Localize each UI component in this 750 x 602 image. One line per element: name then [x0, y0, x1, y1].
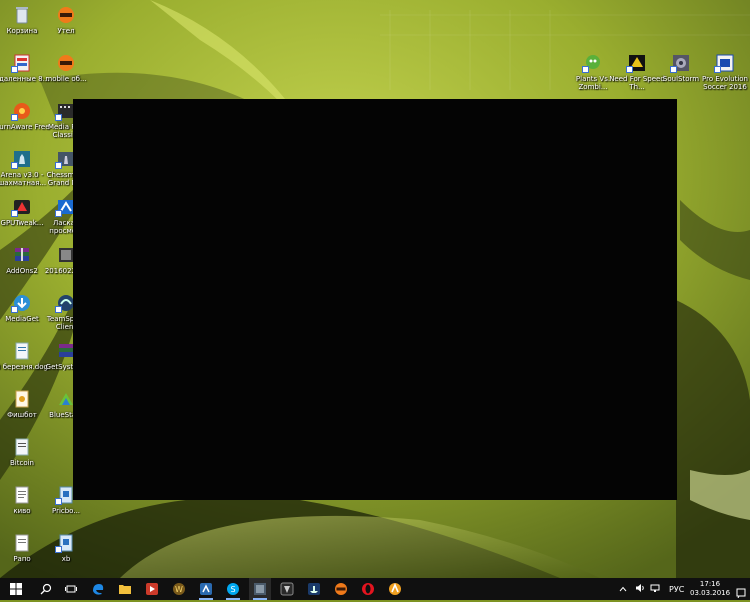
- clock-date: 03.03.2016: [690, 589, 731, 597]
- taskbar-edge[interactable]: [87, 578, 109, 600]
- search-icon: [40, 583, 52, 595]
- document-icon: [11, 341, 33, 361]
- gputweak-icon: [11, 197, 33, 217]
- folder-docs-icon: [11, 53, 33, 73]
- shield-icon: [389, 582, 401, 595]
- search-button[interactable]: [35, 578, 57, 600]
- network-icon: [650, 584, 660, 592]
- show-hidden-icons-button[interactable]: [617, 585, 629, 594]
- need-for-speed-icon: [626, 53, 648, 73]
- folder-icon: [119, 585, 131, 594]
- desktop: Корзина Удаленные 8... BurnAware Free Ar…: [0, 0, 750, 578]
- taskbar-explorer[interactable]: [114, 578, 136, 600]
- network-button[interactable]: [649, 583, 661, 595]
- ship-icon: [308, 583, 320, 595]
- svg-text:S: S: [230, 585, 235, 594]
- document-icon: [11, 437, 33, 457]
- opera-icon: [362, 583, 374, 595]
- mediaget-icon: [11, 293, 33, 313]
- desktop-icon-pro-evolution-soccer[interactable]: Pro Evolution Soccer 2016: [697, 51, 750, 99]
- wow-icon: W: [173, 583, 185, 595]
- media-icon: [146, 583, 158, 595]
- taskbar-avast[interactable]: [384, 578, 406, 600]
- text-file-icon: [11, 485, 33, 505]
- desktop-icon-bitcoin[interactable]: Bitcoin: [0, 435, 50, 483]
- start-button[interactable]: [5, 578, 27, 600]
- taskbar-origin[interactable]: [330, 578, 352, 600]
- desktop-icon-utel[interactable]: Утел: [38, 3, 94, 51]
- recycle-bin-icon: [11, 5, 33, 25]
- burnaware-icon: [11, 101, 33, 121]
- edge-icon: [93, 584, 104, 595]
- plants-vs-zombies-icon: [582, 53, 604, 73]
- taskbar-wows[interactable]: [303, 578, 325, 600]
- app-icon: [200, 583, 212, 595]
- pes-icon: [714, 53, 736, 73]
- language-indicator[interactable]: РУС: [669, 585, 684, 594]
- taskbar-wow[interactable]: W: [168, 578, 190, 600]
- taskbar-wot[interactable]: [276, 578, 298, 600]
- system-tray: РУС: [617, 578, 684, 600]
- taskbar-app[interactable]: [195, 578, 217, 600]
- task-view-icon: [65, 585, 77, 593]
- taskbar-skype[interactable]: S: [222, 578, 244, 600]
- soulstorm-icon: [670, 53, 692, 73]
- taskbar-clock[interactable]: 17:16 03.03.2016: [690, 580, 730, 598]
- action-center-button[interactable]: [736, 583, 746, 599]
- svg-text:W: W: [175, 585, 183, 594]
- desktop-icon-mobile[interactable]: mobile об...: [38, 51, 94, 99]
- taskbar: W S РУС 17:16 03.03.2016: [0, 578, 750, 600]
- blank-application-window[interactable]: [73, 99, 677, 500]
- notification-icon: [736, 588, 746, 599]
- chess-arena-icon: [11, 149, 33, 169]
- archive-icon: [11, 245, 33, 265]
- orange-disc-icon: [55, 5, 77, 25]
- orange-disc-icon: [55, 53, 77, 73]
- taskbar-media[interactable]: [141, 578, 163, 600]
- task-view-button[interactable]: [60, 578, 82, 600]
- desktop-icon-xb[interactable]: xb: [38, 531, 94, 578]
- clock-time: 17:16: [699, 580, 721, 588]
- taskbar-game[interactable]: [249, 578, 271, 600]
- tank-icon: [280, 582, 294, 596]
- file-icon: [11, 389, 33, 409]
- app-icon: [55, 533, 77, 553]
- taskbar-opera[interactable]: [357, 578, 379, 600]
- windows-logo-icon: [10, 583, 22, 595]
- game-icon: [254, 583, 266, 595]
- orange-disc-icon: [335, 583, 347, 595]
- text-file-icon: [11, 533, 33, 553]
- chevron-up-icon: [619, 586, 627, 591]
- skype-icon: S: [227, 583, 239, 595]
- volume-button[interactable]: [633, 583, 647, 595]
- speaker-icon: [635, 584, 644, 592]
